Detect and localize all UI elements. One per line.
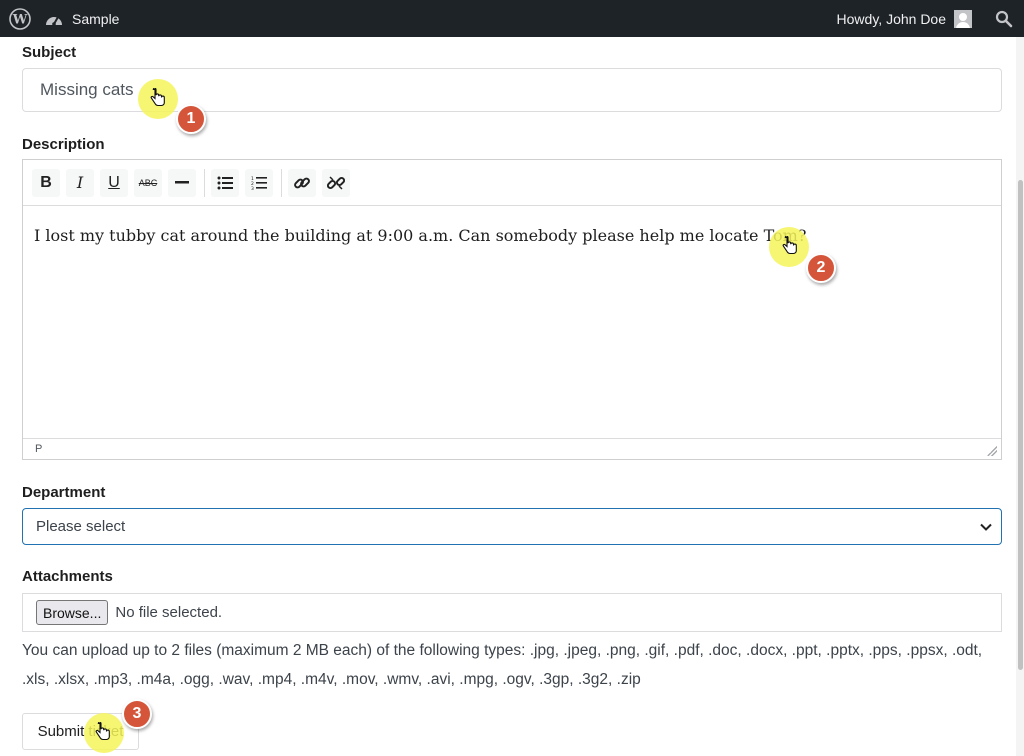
resize-grip-icon[interactable] <box>987 446 997 456</box>
unlink-icon[interactable] <box>322 168 350 197</box>
site-name: Sample <box>72 10 120 27</box>
svg-text:W: W <box>12 12 28 27</box>
svg-text:3: 3 <box>251 186 254 190</box>
hand-cursor-icon <box>95 722 110 741</box>
description-editor: B I U ABC 1 2 3 I lost my tubby cat arou… <box>22 159 1002 460</box>
subject-label: Subject <box>22 44 77 61</box>
hand-cursor-icon <box>150 88 165 107</box>
department-selected: Please select <box>36 518 126 535</box>
file-status: No file selected. <box>115 604 223 621</box>
description-label: Description <box>22 136 105 153</box>
greeting-text: Howdy, John Doe <box>836 10 946 27</box>
toolbar-divider <box>281 168 282 197</box>
link-icon[interactable] <box>288 168 316 197</box>
browse-button[interactable]: Browse... <box>36 600 109 625</box>
admin-bar: W Sample Howdy, John Doe <box>0 0 1024 37</box>
attachments-help-text: You can upload up to 2 files (maximum 2 … <box>22 642 983 688</box>
site-name-menu[interactable]: Sample <box>44 0 119 37</box>
description-content[interactable]: I lost my tubby cat around the building … <box>23 206 1001 438</box>
avatar <box>954 9 972 28</box>
department-select[interactable]: Please select <box>22 508 1002 545</box>
step-badge-1: 1 <box>176 104 206 134</box>
horizontal-line-icon[interactable] <box>168 168 196 197</box>
chevron-down-icon <box>980 523 992 531</box>
hand-cursor-icon <box>782 236 797 255</box>
element-path[interactable]: P <box>35 443 42 455</box>
department-label: Department <box>22 484 106 501</box>
bold-icon[interactable]: B <box>32 168 60 197</box>
subject-value: Missing cats <box>40 80 134 99</box>
toolbar-divider <box>204 168 205 197</box>
description-text: I lost my tubby cat around the building … <box>34 226 807 245</box>
strikethrough-icon[interactable]: ABC <box>134 168 162 197</box>
bullet-list-icon[interactable] <box>211 168 239 197</box>
editor-statusbar: P <box>23 438 1001 459</box>
italic-icon[interactable]: I <box>66 168 94 197</box>
underline-icon[interactable]: U <box>100 168 128 197</box>
user-account-menu[interactable]: Howdy, John Doe <box>837 0 986 37</box>
attachments-file-input: Browse... No file selected. <box>22 593 1002 632</box>
step-badge-3: 3 <box>122 699 152 729</box>
editor-toolbar: B I U ABC 1 2 3 <box>23 160 1001 206</box>
search-icon[interactable] <box>986 0 1022 37</box>
dashboard-gauge-icon <box>46 16 62 26</box>
attachments-label: Attachments <box>22 568 113 585</box>
numbered-list-icon[interactable]: 1 2 3 <box>245 168 273 197</box>
step-badge-2: 2 <box>806 253 836 283</box>
wordpress-logo-icon[interactable]: W <box>2 0 38 37</box>
page-scrollbar-thumb[interactable] <box>1018 180 1023 670</box>
